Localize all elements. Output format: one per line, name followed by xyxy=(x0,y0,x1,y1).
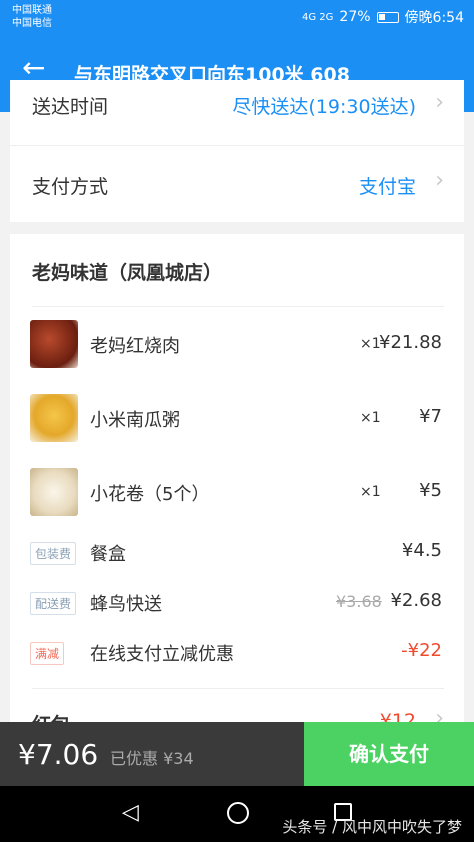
battery-percent: 27% xyxy=(339,9,371,25)
status-right: 4G 2G 27% 傍晚6:54 xyxy=(302,7,464,27)
carrier-info: 中国联通 中国电信 xyxy=(12,4,52,30)
item-price: ¥21.88 xyxy=(379,332,442,353)
total-amount: ¥7.06 xyxy=(18,738,99,771)
fee-original-price: ¥3.68 xyxy=(336,592,382,611)
fee-price: ¥2.68 xyxy=(390,590,442,611)
item-price: ¥7 xyxy=(419,406,442,427)
payment-method-label: 支付方式 xyxy=(32,176,109,198)
fee-row-discount: 满减 在线支付立减优惠 -¥22 xyxy=(10,640,464,670)
delivery-time-label: 送达时间 xyxy=(32,96,109,118)
order-item: 小米南瓜粥 ×1 ¥7 xyxy=(10,394,464,454)
item-qty: ×1 xyxy=(360,336,381,352)
shop-name: 老妈味道（凤凰城店） xyxy=(32,262,223,284)
divider xyxy=(32,688,444,689)
chevron-right-icon: › xyxy=(435,90,444,115)
fee-row-packaging: 包装费 餐盒 ¥4.5 xyxy=(10,540,464,570)
payment-method-value: 支付宝 xyxy=(358,176,416,198)
nav-back-icon[interactable]: ◁ xyxy=(122,800,139,825)
status-time: 傍晚6:54 xyxy=(404,10,464,26)
system-nav-bar: ◁ 头条号 / 风中风中吹失了梦 xyxy=(0,786,474,842)
delivery-time-value: 尽快送达(19:30送达) xyxy=(232,96,416,118)
item-price: ¥5 xyxy=(419,480,442,501)
battery-icon xyxy=(376,11,399,23)
fee-name: 在线支付立减优惠 xyxy=(90,644,234,665)
discount-amount: -¥22 xyxy=(401,640,442,661)
signal-text: 4G 2G xyxy=(302,11,334,23)
fee-tag: 配送费 xyxy=(30,592,77,615)
delivery-time-row[interactable]: 送达时间 尽快送达(19:30送达) › xyxy=(10,80,464,146)
fee-name: 蜂鸟快送 xyxy=(90,594,162,615)
fee-price: ¥4.5 xyxy=(401,540,442,561)
chevron-right-icon: › xyxy=(435,168,444,193)
saved-amount: 已优惠 ¥34 xyxy=(110,749,194,768)
carrier-1: 中国联通 xyxy=(12,5,52,16)
order-detail-card: 老妈味道（凤凰城店） 老妈红烧肉 ×1 ¥21.88 小米南瓜粥 ×1 ¥7 小… xyxy=(10,234,464,736)
item-name: 小米南瓜粥 xyxy=(90,410,180,431)
divider xyxy=(32,306,444,307)
braised-pork-image xyxy=(30,320,78,368)
item-name: 老妈红烧肉 xyxy=(90,336,180,357)
item-name: 小花卷（5个） xyxy=(90,484,210,505)
status-bar: 中国联通 中国电信 4G 2G 27% 傍晚6:54 xyxy=(0,0,474,36)
order-item: 小花卷（5个） ×1 ¥5 xyxy=(10,468,464,528)
watermark-text: 头条号 / 风中风中吹失了梦 xyxy=(282,818,462,836)
item-qty: ×1 xyxy=(360,484,381,500)
order-settings-card: 送达时间 尽快送达(19:30送达) › 支付方式 支付宝 › xyxy=(10,80,464,222)
fee-tag: 包装费 xyxy=(30,542,77,565)
fee-name: 餐盒 xyxy=(90,544,126,565)
order-item: 老妈红烧肉 ×1 ¥21.88 xyxy=(10,320,464,380)
item-qty: ×1 xyxy=(360,410,381,426)
confirm-payment-button[interactable]: 确认支付 xyxy=(304,722,474,786)
pumpkin-porridge-image xyxy=(30,394,78,442)
flower-roll-image xyxy=(30,468,78,516)
payment-method-row[interactable]: 支付方式 支付宝 › xyxy=(10,146,464,222)
carrier-2: 中国电信 xyxy=(12,18,52,29)
fee-row-delivery: 配送费 蜂鸟快送 ¥3.68 ¥2.68 xyxy=(10,590,464,620)
checkout-bar: ¥7.06 已优惠 ¥34 确认支付 xyxy=(0,722,474,786)
nav-home-icon[interactable] xyxy=(227,802,249,824)
discount-tag: 满减 xyxy=(30,642,65,665)
